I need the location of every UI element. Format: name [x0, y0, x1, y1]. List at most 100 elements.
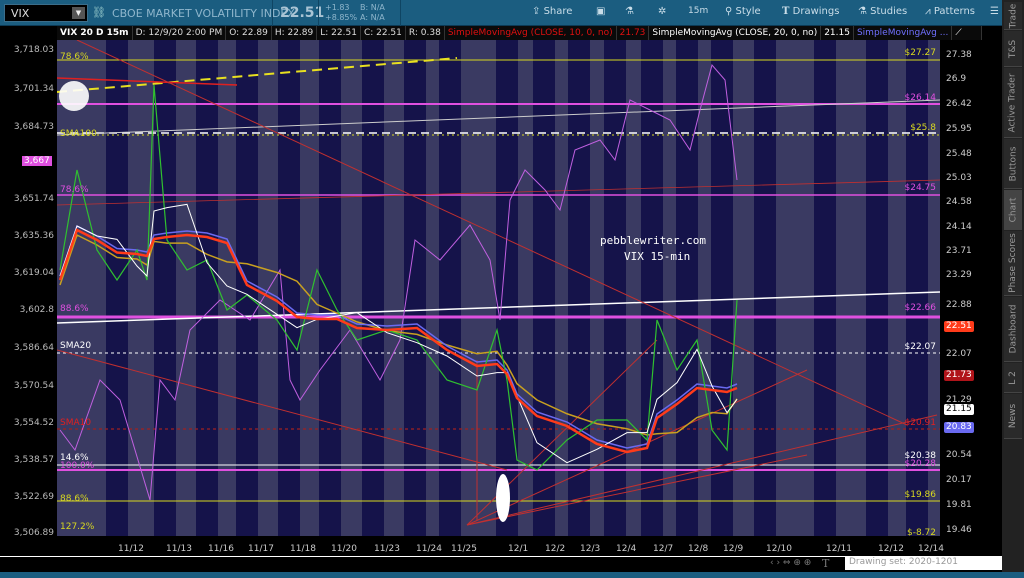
side-tab[interactable]: Buttons [1004, 139, 1022, 189]
right-axis-label: 19.46 [946, 525, 972, 535]
date-label: 11/23 [374, 544, 400, 554]
top-toolbar: VIX ▼ ⛓ CBOE MARKET VOLATILITY INDEX 22.5… [0, 0, 1024, 26]
left-axis-label: 3,701.34 [13, 84, 54, 94]
side-tab[interactable]: Dashboard [1004, 297, 1022, 362]
level-label-right: $26.14 [904, 93, 937, 103]
right-axis-label: 22.07 [946, 349, 972, 359]
side-tab[interactable]: Chart [1004, 190, 1022, 230]
date-label: 11/24 [416, 544, 442, 554]
timeframe-button[interactable]: 15m [688, 6, 708, 16]
side-tab[interactable]: L 2 [1004, 363, 1022, 393]
side-tab[interactable]: T&S [1004, 31, 1022, 67]
style-button[interactable]: ⚲ Style [725, 6, 761, 17]
sma20-label: SimpleMovingAvg (CLOSE, 20, 0, no) [649, 26, 822, 40]
studies-button[interactable]: ⚗ Studies [858, 6, 907, 17]
side-tab[interactable]: Trade [1004, 2, 1022, 30]
watermark-label: VIX 15-min [624, 250, 691, 263]
side-tab-label: Dashboard [1008, 304, 1019, 354]
side-tab-label: News [1008, 403, 1019, 429]
bar-date: D: 12/9/20 2:00 PM [132, 26, 227, 40]
date-label: 12/1 [508, 544, 529, 554]
range-value: R: 0.38 [405, 26, 445, 40]
settings-icon[interactable]: ✲ [658, 6, 666, 17]
patterns-button[interactable]: ⩘ Patterns [925, 6, 975, 17]
date-label: 11/20 [331, 544, 357, 554]
right-axis-label: 20.54 [946, 450, 972, 460]
flask-icon: ⚗ [858, 6, 867, 17]
side-tab[interactable]: Active Trader [1004, 68, 1022, 138]
menu-icon[interactable]: ☰ [990, 6, 999, 17]
date-label: 11/17 [248, 544, 274, 554]
price-tag: 21.73 [944, 370, 974, 381]
left-axis-label: 3,635.36 [13, 231, 54, 241]
session-stripe [362, 40, 384, 536]
side-tab-label: Chart [1008, 197, 1019, 222]
session-stripe [439, 40, 461, 536]
low-value: L: 22.51 [317, 26, 361, 40]
left-axis-label: 3,570.54 [13, 381, 54, 391]
date-label: 12/9 [723, 544, 744, 554]
side-tab[interactable]: Phase Scores [1004, 231, 1022, 296]
side-tab-label: Active Trader [1008, 72, 1019, 133]
session-stripe [154, 40, 176, 536]
symbol-selector[interactable]: VIX ▼ [4, 4, 88, 22]
right-axis-label: 19.81 [946, 500, 972, 510]
level-label-left: 78.6% [60, 185, 89, 195]
side-tab[interactable]: News [1004, 394, 1022, 439]
drawing-set-selector[interactable]: Drawing set: 2020-1201 [845, 556, 1002, 570]
level-label-left: 100.0% [60, 461, 95, 471]
info-icon[interactable]: ▣ [596, 6, 605, 17]
sma20-value: 21.15 [821, 26, 854, 40]
right-axis-label: 23.29 [946, 270, 972, 280]
session-stripe [533, 40, 555, 536]
price-tag: 20.83 [944, 422, 974, 433]
date-label: 11/18 [290, 544, 316, 554]
left-axis-label: 3,506.89 [13, 528, 54, 538]
bid-ask: B: N/A A: N/A [360, 3, 385, 22]
sma-more-label: SimpleMovingAvg ... [853, 26, 953, 40]
right-axis-label: 24.14 [946, 222, 972, 232]
left-axis-label: 3,684.73 [13, 122, 54, 132]
highlight-marker [59, 81, 89, 111]
patterns-icon: ⩘ [925, 6, 931, 17]
link-icon[interactable]: ⛓ [92, 6, 106, 19]
sma10-value: 21.73 [616, 26, 650, 40]
watermark-site: pebblewriter.com [600, 234, 706, 247]
left-axis-label: 3,538.57 [13, 455, 54, 465]
chart-info-bar: VIX 20 D 15m D: 12/9/20 2:00 PM O: 22.89… [57, 26, 983, 40]
session-stripe [604, 40, 626, 536]
close-value: C: 22.51 [360, 26, 406, 40]
level-label-left: 88.6% [60, 494, 89, 504]
right-axis-label: 22.88 [946, 300, 972, 310]
collapse-icon[interactable]: ⟋ [952, 26, 983, 40]
symbol-period: VIX 20 D 15m [57, 26, 133, 40]
left-axis-label: 3,718.03 [13, 45, 54, 55]
session-stripe [676, 40, 698, 536]
date-label: 12/3 [580, 544, 601, 554]
session-stripe [196, 40, 218, 536]
date-label: 11/25 [451, 544, 477, 554]
open-value: O: 22.89 [226, 26, 272, 40]
flask-icon[interactable]: ⚗ [625, 6, 634, 17]
chevron-down-icon[interactable]: ▼ [72, 7, 85, 19]
right-axis-label: 27.38 [946, 50, 972, 60]
date-label: 12/4 [616, 544, 637, 554]
level-label-right: $22.07 [904, 342, 937, 352]
date-label: 12/7 [653, 544, 674, 554]
side-tab-label: L 2 [1007, 370, 1018, 385]
drawings-button[interactable]: T Drawings [782, 6, 839, 17]
level-label-right: $-8.72 [906, 528, 936, 536]
level-label-left: 127.2% [60, 522, 95, 532]
session-stripe [866, 40, 888, 536]
right-axis-label: 23.71 [946, 246, 972, 256]
share-button[interactable]: ⇪ Share [532, 6, 572, 17]
left-axis-label: 3,602.8 [19, 305, 54, 315]
session-stripe [106, 40, 128, 536]
session-stripe [711, 40, 733, 536]
symbol-text: VIX [11, 7, 30, 20]
price-chart[interactable]: pebblewriter.com VIX 15-min 78.6% SMA100 7… [57, 40, 940, 536]
right-axis-label: 25.03 [946, 173, 972, 183]
date-label: 12/2 [545, 544, 566, 554]
level-label-left: 88.6% [60, 304, 89, 314]
style-icon: ⚲ [725, 6, 733, 17]
